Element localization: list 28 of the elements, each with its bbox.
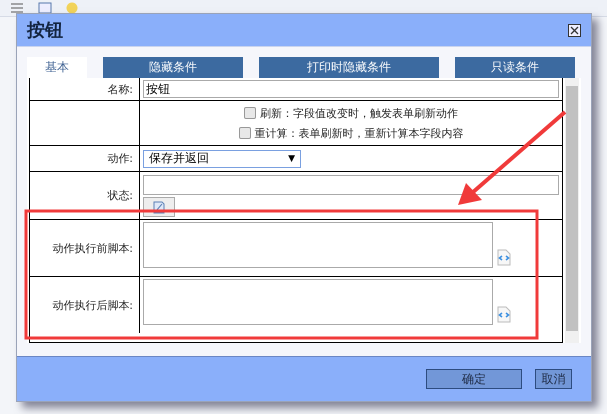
checkbox[interactable] (238, 127, 250, 139)
tab[interactable]: 隐藏条件 (103, 57, 243, 78)
list-icon[interactable] (10, 2, 24, 14)
table-icon[interactable] (38, 2, 52, 14)
close-icon[interactable] (568, 24, 581, 36)
script-textarea[interactable] (143, 222, 493, 268)
action-dropdown[interactable]: 保存并返回 ▼ (143, 150, 301, 168)
state-field[interactable] (143, 174, 559, 194)
script-textarea[interactable] (143, 279, 493, 325)
field-label: 动作执行后脚本: (52, 298, 133, 312)
checkbox[interactable] (244, 107, 256, 119)
tab[interactable]: 基本 (27, 57, 87, 78)
checkbox-label: 重计算：表单刷新时，重新计算本字段内容 (254, 126, 464, 140)
field-label: 名称: (107, 82, 133, 96)
dialog-title: 按钮 (27, 19, 63, 42)
cancel-button[interactable]: 取消 (535, 369, 572, 389)
tab[interactable]: 打印时隐藏条件 (259, 57, 439, 78)
script-file-icon[interactable] (497, 306, 511, 323)
tab[interactable]: 只读条件 (455, 57, 575, 78)
confirm-button[interactable]: 确定 (426, 369, 522, 389)
script-file-icon[interactable] (497, 249, 511, 266)
name-field[interactable]: 按钮 (143, 80, 559, 98)
field-label: 动作执行前脚本: (52, 240, 133, 256)
checkbox-label: 刷新：字段值改变时，触发表单刷新动作 (260, 106, 458, 120)
field-label: 动作: (107, 151, 133, 166)
scrollbar[interactable] (565, 78, 579, 343)
smiley-icon[interactable] (66, 2, 78, 14)
field-label: 状态: (107, 188, 133, 203)
